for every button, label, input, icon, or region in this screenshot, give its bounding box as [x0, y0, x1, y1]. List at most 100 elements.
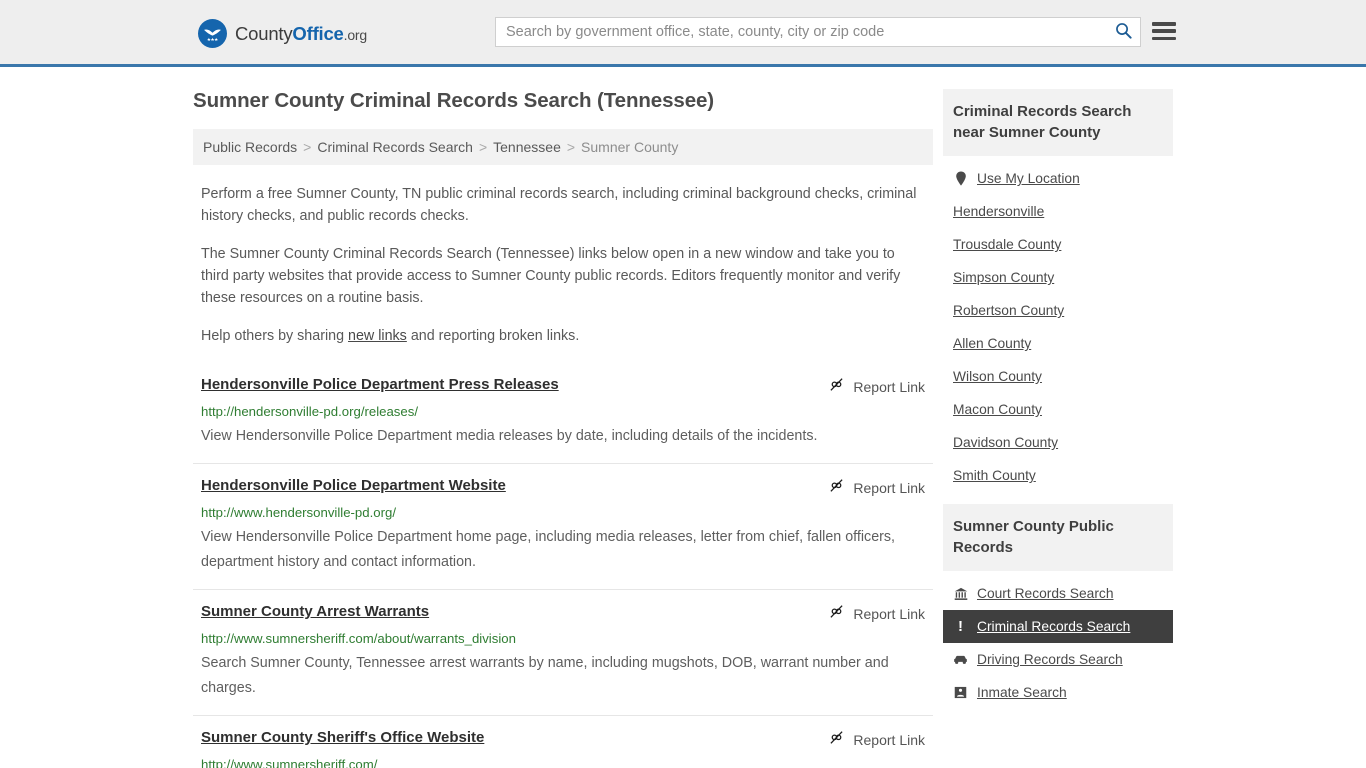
- nearby-county-link[interactable]: Smith County: [953, 468, 1036, 483]
- eagle-shield-icon: [198, 19, 227, 48]
- nearby-county-link[interactable]: Simpson County: [953, 270, 1054, 285]
- nearby-county-item[interactable]: Wilson County: [943, 360, 1173, 393]
- results-list: Hendersonville Police Department Press R…: [193, 365, 933, 768]
- nearby-county-item[interactable]: Robertson County: [943, 294, 1173, 327]
- site-header: CountyOffice.org: [0, 0, 1366, 67]
- intro-text: Perform a free Sumner County, TN public …: [193, 183, 933, 347]
- nearby-county-item[interactable]: Macon County: [943, 393, 1173, 426]
- result-url[interactable]: http://hendersonville-pd.org/releases/: [201, 403, 925, 421]
- report-link-button[interactable]: Report Link: [828, 602, 925, 625]
- result-title-link[interactable]: Hendersonville Police Department Website: [201, 476, 506, 496]
- sidebar-item-driving-records-search[interactable]: Driving Records Search: [943, 643, 1173, 676]
- car-icon: [953, 654, 968, 666]
- result-title-link[interactable]: Hendersonville Police Department Press R…: [201, 375, 559, 395]
- nearby-county-link[interactable]: Wilson County: [953, 369, 1042, 384]
- sidebar-item-court-records-search[interactable]: Court Records Search: [943, 577, 1173, 610]
- brand-office: Office: [292, 22, 344, 44]
- broken-link-icon: [828, 477, 845, 499]
- result-description: Search Sumner County, Tennessee arrest w…: [201, 655, 889, 696]
- report-link-label: Report Link: [853, 379, 925, 395]
- hamburger-bar: [1152, 29, 1176, 33]
- nearby-county-item[interactable]: Smith County: [943, 459, 1173, 492]
- breadcrumb-item-sumner-county: Sumner County: [581, 139, 679, 155]
- nearby-county-item[interactable]: Allen County: [943, 327, 1173, 360]
- result-url[interactable]: http://www.sumnersheriff.com/: [201, 756, 925, 768]
- report-link-label: Report Link: [853, 606, 925, 622]
- inmate-icon: [953, 686, 968, 699]
- site-logo-text: CountyOffice.org: [235, 23, 367, 45]
- broken-link-icon: [828, 729, 845, 751]
- nearby-county-link[interactable]: Trousdale County: [953, 237, 1061, 252]
- intro-paragraph-1: Perform a free Sumner County, TN public …: [201, 186, 917, 224]
- site-logo[interactable]: CountyOffice.org: [198, 19, 367, 48]
- nearby-searches-list: Use My Location Hendersonville Trousdale…: [943, 162, 1173, 492]
- search-input[interactable]: [496, 18, 1106, 46]
- nearby-searches-header: Criminal Records Search near Sumner Coun…: [943, 89, 1173, 156]
- sidebar-link-inmate-search[interactable]: Inmate Search: [977, 685, 1067, 700]
- nearby-county-item[interactable]: Simpson County: [943, 261, 1173, 294]
- result-description: View Hendersonville Police Department me…: [201, 428, 818, 444]
- public-records-box: Sumner County Public Records Court Recor…: [943, 504, 1173, 709]
- courthouse-icon: [953, 587, 968, 601]
- brand-tld: .org: [343, 26, 368, 43]
- main-content: Sumner County Criminal Records Search (T…: [193, 67, 933, 768]
- nearby-county-item[interactable]: Trousdale County: [943, 228, 1173, 261]
- intro-paragraph-3: Help others by sharing new links and rep…: [193, 325, 933, 347]
- sidebar-item-criminal-records-search[interactable]: ! Criminal Records Search: [943, 610, 1173, 643]
- new-links-link[interactable]: new links: [348, 328, 407, 344]
- breadcrumb-separator: >: [478, 139, 488, 155]
- result-item: Hendersonville Police Department Press R…: [193, 365, 933, 463]
- search-icon: [1115, 22, 1132, 42]
- breadcrumb: Public Records > Criminal Records Search…: [193, 129, 933, 165]
- nearby-county-link[interactable]: Allen County: [953, 336, 1031, 351]
- nearby-county-link[interactable]: Macon County: [953, 402, 1042, 417]
- report-link-button[interactable]: Report Link: [828, 476, 925, 499]
- nearby-county-item[interactable]: Davidson County: [943, 426, 1173, 459]
- result-url[interactable]: http://www.sumnersheriff.com/about/warra…: [201, 630, 925, 648]
- result-item: Sumner County Sheriff's Office Website R…: [193, 715, 933, 768]
- use-my-location-link[interactable]: Use My Location: [977, 171, 1080, 186]
- search-button[interactable]: [1106, 18, 1140, 46]
- result-item: Sumner County Arrest Warrants Report Lin…: [193, 589, 933, 715]
- result-item: Hendersonville Police Department Website…: [193, 463, 933, 589]
- sidebar-link-court-records-search[interactable]: Court Records Search: [977, 586, 1114, 601]
- breadcrumb-separator: >: [303, 139, 312, 155]
- exclamation-icon: !: [958, 618, 963, 635]
- report-link-label: Report Link: [853, 480, 925, 496]
- hamburger-bar: [1152, 36, 1176, 40]
- breadcrumb-item-tennessee[interactable]: Tennessee: [493, 139, 561, 155]
- breadcrumb-separator: >: [566, 139, 576, 155]
- broken-link-icon: [828, 603, 845, 625]
- intro-paragraph-2: The Sumner County Criminal Records Searc…: [201, 246, 901, 306]
- nearby-county-link[interactable]: Robertson County: [953, 303, 1064, 318]
- breadcrumb-item-public-records[interactable]: Public Records: [203, 139, 297, 155]
- sidebar-item-inmate-search[interactable]: Inmate Search: [943, 676, 1173, 709]
- share-text-after: and reporting broken links.: [406, 328, 580, 344]
- nearby-searches-box: Criminal Records Search near Sumner Coun…: [943, 89, 1173, 492]
- public-records-list: Court Records Search ! Criminal Records …: [943, 577, 1173, 709]
- nearby-county-link[interactable]: Hendersonville: [953, 204, 1044, 219]
- public-records-header: Sumner County Public Records: [943, 504, 1173, 571]
- page-title: Sumner County Criminal Records Search (T…: [193, 89, 715, 112]
- page-body: Sumner County Criminal Records Search (T…: [0, 67, 1366, 768]
- hamburger-menu-icon[interactable]: [1152, 20, 1176, 42]
- use-my-location-item[interactable]: Use My Location: [943, 162, 1173, 195]
- breadcrumb-item-criminal-records-search[interactable]: Criminal Records Search: [317, 139, 473, 155]
- result-title-link[interactable]: Sumner County Sheriff's Office Website: [201, 728, 484, 748]
- search-bar[interactable]: [495, 17, 1141, 47]
- nearby-county-item[interactable]: Hendersonville: [943, 195, 1173, 228]
- share-text-before: Help others by sharing: [201, 328, 349, 344]
- map-pin-icon: [953, 171, 968, 186]
- nearby-county-link[interactable]: Davidson County: [953, 435, 1058, 450]
- broken-link-icon: [828, 376, 845, 398]
- sidebar: Criminal Records Search near Sumner Coun…: [943, 67, 1173, 768]
- result-url[interactable]: http://www.hendersonville-pd.org/: [201, 504, 925, 522]
- sidebar-link-criminal-records-search[interactable]: Criminal Records Search: [977, 619, 1130, 634]
- result-title-link[interactable]: Sumner County Arrest Warrants: [201, 602, 429, 622]
- report-link-button[interactable]: Report Link: [828, 728, 925, 751]
- brand-county: County: [235, 22, 293, 44]
- hamburger-bar: [1152, 22, 1176, 26]
- report-link-button[interactable]: Report Link: [828, 375, 925, 398]
- report-link-label: Report Link: [853, 732, 925, 748]
- sidebar-link-driving-records-search[interactable]: Driving Records Search: [977, 652, 1123, 667]
